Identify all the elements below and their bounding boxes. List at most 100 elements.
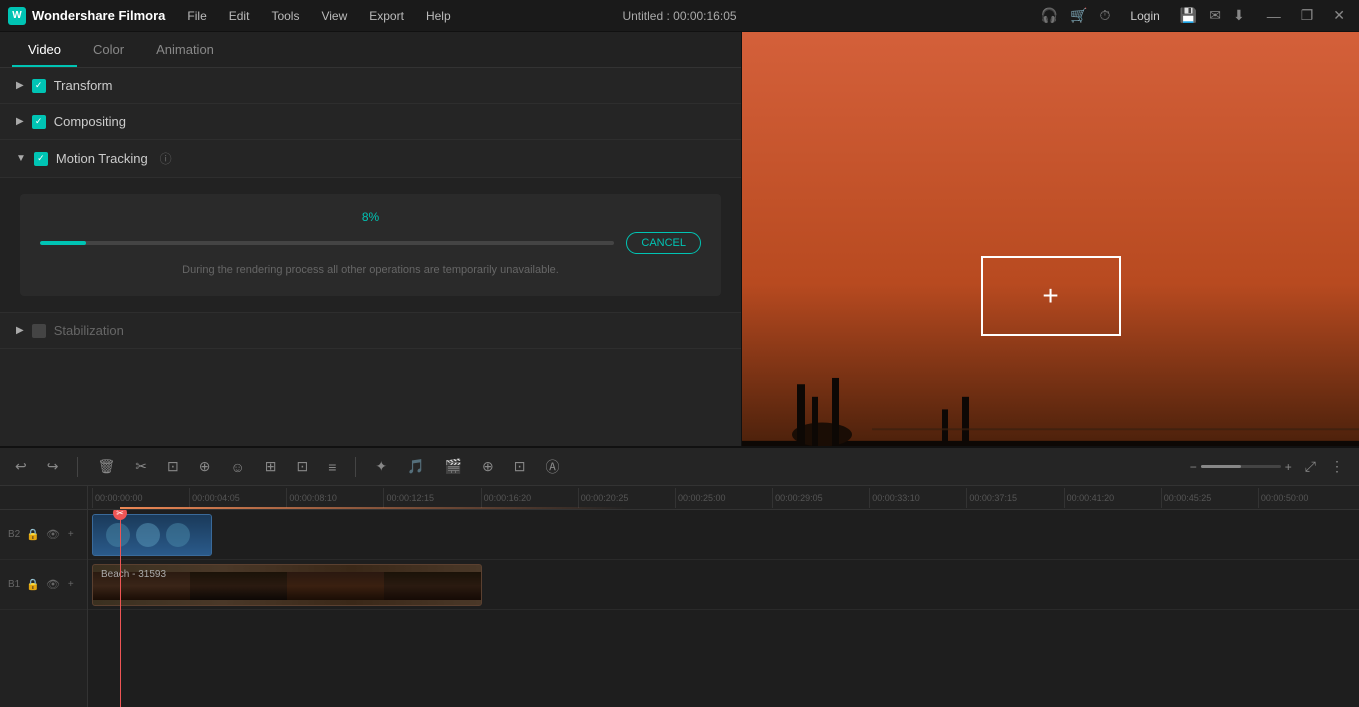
- scissors-icon: ✂: [116, 510, 124, 519]
- timescale-8: 00:00:33:10: [869, 488, 966, 508]
- compositing-arrow: ▶: [16, 116, 24, 127]
- transform-checkbox[interactable]: ✓: [32, 79, 46, 93]
- delete-button[interactable]: 🗑: [92, 455, 120, 478]
- zoom-out-button[interactable]: −: [1190, 460, 1197, 474]
- headset-icon[interactable]: 🎧: [1041, 7, 1058, 24]
- timescale-marks: 00:00:00:00 00:00:04:05 00:00:08:10 00:0…: [92, 488, 1355, 508]
- motion-tracking-checkbox[interactable]: ✓: [34, 152, 48, 166]
- motion-tracking-info-icon[interactable]: ⓘ: [160, 150, 172, 167]
- track-num-1: B1: [8, 579, 20, 590]
- tab-animation[interactable]: Animation: [140, 34, 230, 67]
- tab-color[interactable]: Color: [77, 34, 140, 67]
- mail-icon[interactable]: ✉: [1209, 7, 1221, 24]
- clip-avatar[interactable]: WhatsApp Image 202...: [92, 514, 212, 556]
- eye-icon-2[interactable]: 👁: [46, 528, 60, 541]
- progress-note: During the rendering process all other o…: [40, 264, 701, 276]
- motion-tracking-arrow: ▼: [16, 153, 26, 164]
- track-add-2[interactable]: +: [68, 529, 74, 540]
- download-icon[interactable]: ⬇: [1233, 7, 1245, 24]
- zoom-slider[interactable]: [1201, 465, 1281, 468]
- tab-video[interactable]: Video: [12, 34, 77, 67]
- eye-icon-1[interactable]: 👁: [46, 578, 60, 591]
- motion-tracking-content: 8% CANCEL During the rendering process a…: [0, 178, 741, 313]
- timescale-5: 00:00:20:25: [578, 488, 675, 508]
- composite-button[interactable]: ⊕: [477, 455, 499, 478]
- minimize-button[interactable]: —: [1261, 6, 1287, 26]
- multicam-button[interactable]: 🎬: [440, 455, 467, 478]
- menu-bar: File Edit Tools View Export Help: [177, 5, 1024, 27]
- track-labels: B2 🔒 👁 + B1 🔒 👁 +: [0, 486, 88, 707]
- fit-timeline-button[interactable]: ⤢: [1300, 455, 1321, 478]
- motion-tracking-section-header[interactable]: ▼ ✓ Motion Tracking ⓘ: [0, 140, 741, 178]
- menu-file[interactable]: File: [177, 5, 216, 27]
- close-button[interactable]: ✕: [1327, 5, 1351, 26]
- stabilization-checkbox[interactable]: [32, 324, 46, 338]
- avatar-svg: [93, 515, 211, 555]
- maximize-button[interactable]: ❐: [1295, 5, 1320, 26]
- timeline-settings-button[interactable]: ⋮: [1325, 455, 1349, 478]
- timescale-6: 00:00:25:00: [675, 488, 772, 508]
- clock-icon[interactable]: ⏱: [1100, 7, 1111, 24]
- login-button[interactable]: Login: [1122, 7, 1167, 25]
- zoom-control: − + ⤢ ⋮: [1190, 455, 1349, 478]
- compositing-label: Compositing: [54, 114, 126, 129]
- track-num-2: B2: [8, 529, 20, 540]
- sticker-button[interactable]: ⊞: [260, 455, 282, 478]
- crop-button[interactable]: ⊡: [162, 455, 184, 478]
- clip-beach-label: Beach - 31593: [97, 567, 170, 582]
- timescale-4: 00:00:16:20: [481, 488, 578, 508]
- expand-button[interactable]: ⊡: [291, 455, 313, 478]
- track-add-1[interactable]: +: [68, 579, 74, 590]
- timescale-7: 00:00:29:05: [772, 488, 869, 508]
- titlebar: W Wondershare Filmora File Edit Tools Vi…: [0, 0, 1359, 32]
- lock-icon-1[interactable]: 🔒: [26, 578, 40, 591]
- stabilization-section-header[interactable]: ▶ Stabilization: [0, 313, 741, 349]
- cut-button[interactable]: ✂: [130, 455, 152, 478]
- toolbar-separator-1: [77, 457, 78, 477]
- progress-bar-wrapper: CANCEL: [40, 232, 701, 254]
- redo-button[interactable]: ↪: [42, 455, 64, 478]
- window-controls: — ❐ ✕: [1261, 5, 1351, 26]
- caption-button[interactable]: Ⓐ: [540, 454, 564, 480]
- timescale: 00:00:00:00 00:00:04:05 00:00:08:10 00:0…: [88, 486, 1359, 510]
- zoom-in-button[interactable]: +: [1285, 460, 1292, 474]
- menu-export[interactable]: Export: [359, 5, 414, 27]
- timescale-12: 00:00:50:00: [1258, 488, 1355, 508]
- undo-button[interactable]: ↩: [10, 455, 32, 478]
- scene-detect-button[interactable]: ✦: [370, 455, 392, 478]
- label-timescale-spacer: [0, 486, 87, 510]
- audio-eq-button[interactable]: ≡: [323, 456, 341, 478]
- app-logo: W Wondershare Filmora: [8, 7, 165, 25]
- tab-bar: Video Color Animation: [0, 32, 741, 68]
- compositing-checkbox[interactable]: ✓: [32, 115, 46, 129]
- selection-box[interactable]: +: [981, 256, 1121, 336]
- beach-thumb-2: [190, 572, 287, 600]
- progress-container: 8% CANCEL During the rendering process a…: [20, 194, 721, 296]
- lock-icon-2[interactable]: 🔒: [26, 528, 40, 541]
- cart-icon[interactable]: 🛒: [1070, 7, 1087, 24]
- timescale-3: 00:00:12:15: [383, 488, 480, 508]
- app-name: Wondershare Filmora: [32, 8, 165, 23]
- clip-beach[interactable]: Beach - 31593: [92, 564, 482, 606]
- zoom-clip-button[interactable]: ⊕: [194, 455, 216, 478]
- emoji-button[interactable]: ☺: [225, 456, 249, 478]
- menu-tools[interactable]: Tools: [261, 5, 309, 27]
- progress-fill: [40, 241, 86, 245]
- transform-label: Transform: [54, 78, 113, 93]
- audio-detach-button[interactable]: 🎵: [402, 455, 429, 478]
- compositing-section-header[interactable]: ▶ ✓ Compositing: [0, 104, 741, 140]
- menu-view[interactable]: View: [311, 5, 357, 27]
- track-area: 00:00:00:00 00:00:04:05 00:00:08:10 00:0…: [88, 486, 1359, 707]
- menu-edit[interactable]: Edit: [219, 5, 260, 27]
- stabilization-arrow: ▶: [16, 325, 24, 336]
- menu-help[interactable]: Help: [416, 5, 461, 27]
- transform-section-header[interactable]: ▶ ✓ Transform: [0, 68, 741, 104]
- cancel-button[interactable]: CANCEL: [626, 232, 701, 254]
- playhead[interactable]: ✂: [120, 510, 121, 707]
- save-icon[interactable]: 💾: [1180, 7, 1197, 24]
- motion-tracking-label: Motion Tracking: [56, 151, 148, 166]
- transform-arrow: ▶: [16, 80, 24, 91]
- thumbnail-button[interactable]: ⊡: [509, 455, 531, 478]
- timescale-11: 00:00:45:25: [1161, 488, 1258, 508]
- timeline-toolbar: ↩ ↪ 🗑 ✂ ⊡ ⊕ ☺ ⊞ ⊡ ≡ ✦ 🎵 🎬 ⊕ ⊡ Ⓐ − + ⤢ ⋮: [0, 448, 1359, 486]
